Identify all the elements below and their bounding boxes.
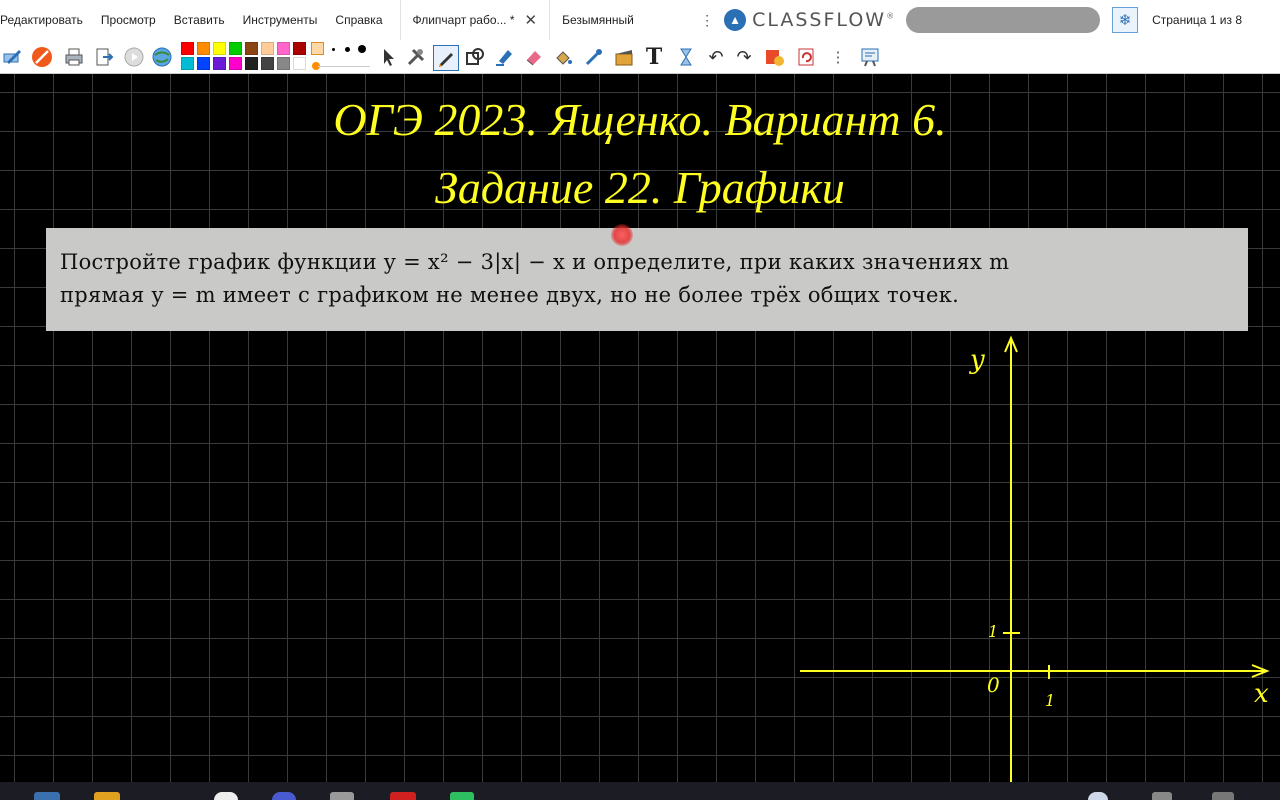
globe-icon[interactable] <box>150 45 174 69</box>
browser-icon[interactable] <box>214 792 238 800</box>
close-icon[interactable]: ✕ <box>525 11 538 29</box>
export-icon[interactable] <box>92 45 116 69</box>
classflow-logo: ▲ CLASSFLOW® <box>724 9 896 31</box>
color-swatch-yellow[interactable] <box>213 42 226 55</box>
color-swatch-brown[interactable] <box>245 42 258 55</box>
taskbar-app-icon[interactable] <box>34 792 60 800</box>
menu-edit[interactable]: Редактировать <box>0 13 92 27</box>
redo-icon[interactable]: ↷ <box>732 45 756 69</box>
tab-flipchart-label: Флипчарт рабо... * <box>412 13 515 27</box>
flipchart-canvas[interactable]: ОГЭ 2023. Ященко. Вариант 6. Задание 22.… <box>0 74 1280 782</box>
color-swatch-peach[interactable] <box>261 42 274 55</box>
print-icon[interactable] <box>62 45 86 69</box>
color-swatch-black[interactable] <box>245 57 258 70</box>
fill-icon[interactable] <box>551 45 575 69</box>
flipchart-icon[interactable] <box>858 45 882 69</box>
arrow-pointer-icon[interactable] <box>376 45 400 69</box>
color-swatch-green[interactable] <box>229 42 242 55</box>
pen-width-slider[interactable] <box>310 62 370 70</box>
tray-icon-2[interactable] <box>1152 792 1172 800</box>
color-swatch-darkred[interactable] <box>293 42 306 55</box>
page-indicator: Страница 1 из 8 <box>1152 13 1243 27</box>
color-swatch-blue[interactable] <box>197 57 210 70</box>
no-entry-icon[interactable] <box>30 45 54 69</box>
x-unit-label: 1 <box>1045 691 1055 710</box>
text-icon[interactable]: T <box>642 44 666 70</box>
recorder-icon[interactable] <box>390 792 416 800</box>
shapes-icon[interactable] <box>463 45 487 69</box>
color-swatch-orange[interactable] <box>197 42 210 55</box>
more-options-icon[interactable]: ⋮ <box>700 12 714 29</box>
menu-view[interactable]: Просмотр <box>92 13 165 27</box>
media-icon[interactable] <box>612 45 636 69</box>
menu-bar: Редактировать Просмотр Вставить Инструме… <box>0 0 1280 40</box>
menu-insert[interactable]: Вставить <box>165 13 234 27</box>
toolbar: T ↶ ↷ ⋮ <box>0 40 1280 74</box>
pen-size-small[interactable] <box>332 48 335 51</box>
chat-icon[interactable] <box>450 792 474 800</box>
color-swatch-red[interactable] <box>181 42 194 55</box>
color-swatch-purple[interactable] <box>213 57 226 70</box>
messenger-icon[interactable] <box>272 792 296 800</box>
color-swatch-magenta[interactable] <box>229 57 242 70</box>
os-taskbar <box>0 782 1280 800</box>
eraser-icon[interactable] <box>522 45 546 69</box>
folder-icon[interactable] <box>94 792 120 800</box>
pipette-icon[interactable] <box>582 45 606 69</box>
tools-icon[interactable] <box>404 45 428 69</box>
tray-icon-3[interactable] <box>1212 792 1234 800</box>
tab-untitled-label: Безымянный <box>562 13 634 27</box>
color-swatch-cyan[interactable] <box>181 57 194 70</box>
y-axis-label: y <box>969 345 985 375</box>
pencil-settings-icon[interactable] <box>0 45 24 69</box>
highlighter-icon[interactable] <box>492 45 516 69</box>
y-unit-label: 1 <box>988 622 998 641</box>
color-swatch-darkgray[interactable] <box>261 57 274 70</box>
color-swatch-white[interactable] <box>293 57 306 70</box>
current-color-swatch[interactable] <box>311 42 324 55</box>
play-icon[interactable] <box>122 45 146 69</box>
brand-mark: ® <box>886 11 897 21</box>
color-swatch-pink[interactable] <box>277 42 290 55</box>
app-icon[interactable] <box>330 792 354 800</box>
menu-icon[interactable]: ⋮ <box>826 45 850 69</box>
x-axis-label: x <box>1254 679 1269 709</box>
reset-page-icon[interactable] <box>794 45 818 69</box>
classflow-search-field[interactable] <box>906 7 1101 33</box>
menu-help[interactable]: Справка <box>326 13 391 27</box>
tab-untitled[interactable]: Безымянный <box>550 0 694 40</box>
origin-label: 0 <box>987 673 1000 697</box>
tray-icon[interactable] <box>1088 792 1108 800</box>
color-swatch-gray[interactable] <box>277 57 290 70</box>
rocket-icon: ▲ <box>724 9 747 31</box>
snowflake-icon[interactable]: ❄ <box>1112 7 1139 33</box>
undo-icon[interactable]: ↶ <box>704 45 728 69</box>
tab-flipchart[interactable]: Флипчарт рабо... * ✕ <box>399 0 551 40</box>
coordinate-axes: y x 0 1 1 <box>800 335 1270 782</box>
hourglass-icon[interactable] <box>674 45 698 69</box>
pen-size-medium[interactable] <box>345 47 350 52</box>
menu-tools[interactable]: Инструменты <box>234 13 327 27</box>
pen-icon[interactable] <box>433 45 459 71</box>
brand-name: CLASSFLOW <box>752 9 887 31</box>
pen-size-large[interactable] <box>358 45 366 53</box>
add-page-icon[interactable] <box>762 45 786 69</box>
